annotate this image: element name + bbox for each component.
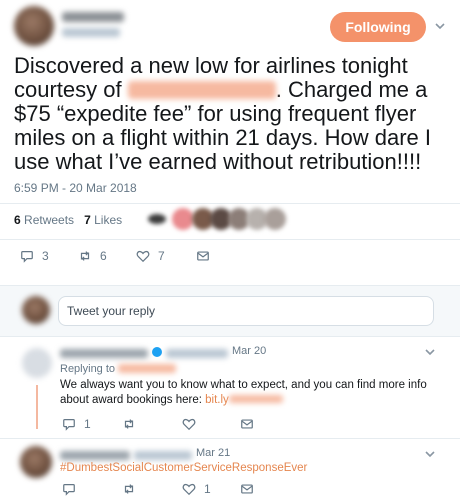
reply-date[interactable]: Mar 21 — [196, 447, 230, 459]
reply-link[interactable]: bit.ly — [205, 394, 229, 406]
retweet-action[interactable]: 6 — [78, 249, 107, 263]
like-count: 1 — [204, 482, 211, 496]
reply-icon — [63, 419, 75, 431]
tweet-timestamp[interactable]: 6:59 PM - 20 Mar 2018 — [14, 181, 137, 195]
retweets-label: Retweets — [24, 213, 75, 227]
avatar[interactable] — [14, 6, 54, 46]
reply-date[interactable]: Mar 20 — [232, 345, 266, 357]
retweet-count: 6 — [100, 249, 107, 263]
retweet-action[interactable] — [122, 417, 136, 431]
author-name[interactable] — [62, 12, 124, 22]
reply-action[interactable] — [62, 482, 76, 496]
tweet-text: Discovered a new low for airlines tonigh… — [14, 54, 454, 174]
author-handle[interactable] — [62, 28, 120, 37]
envelope-icon — [241, 484, 253, 494]
retweet-action[interactable] — [122, 482, 136, 496]
like-action[interactable] — [182, 417, 196, 431]
liker-avatars — [148, 208, 298, 234]
replying-label: Replying to — [60, 363, 116, 375]
retweets-count: 6 — [14, 213, 21, 227]
author-name[interactable] — [60, 349, 148, 358]
liker-avatar[interactable] — [172, 208, 194, 230]
liker-avatar[interactable] — [264, 208, 286, 230]
tweet-header: Following — [14, 6, 446, 46]
thread-line — [36, 385, 38, 429]
retweet-icon — [124, 484, 134, 494]
heart-icon — [182, 418, 196, 431]
replying-to: Replying to — [60, 363, 177, 375]
reply-input[interactable] — [58, 296, 434, 326]
liker-avatar[interactable] — [148, 214, 166, 224]
author-handle[interactable] — [134, 451, 192, 460]
retweet-icon — [80, 251, 90, 261]
like-count: 7 — [158, 249, 165, 263]
chevron-down-icon[interactable] — [424, 346, 436, 361]
message-action[interactable] — [196, 249, 210, 263]
divider — [0, 203, 460, 204]
divider — [0, 239, 460, 240]
mention-link[interactable] — [118, 364, 177, 373]
like-action[interactable]: 7 — [136, 249, 165, 263]
divider — [0, 438, 460, 439]
heart-icon — [182, 483, 196, 496]
heart-icon — [136, 250, 150, 263]
chevron-down-icon[interactable] — [434, 20, 446, 32]
likes-label: Likes — [94, 213, 123, 227]
verified-badge-icon — [152, 347, 162, 357]
author-name[interactable] — [60, 451, 130, 460]
hashtag-link[interactable]: #DumbestSocialCustomerServiceResponseEve… — [60, 462, 307, 474]
retweets-stat[interactable]: 6 Retweets — [14, 213, 74, 227]
avatar[interactable] — [22, 348, 52, 378]
reply-icon — [21, 251, 33, 263]
retweet-icon — [124, 419, 134, 429]
like-action[interactable]: 1 — [182, 482, 211, 496]
author-handle[interactable] — [166, 349, 228, 358]
reply-action[interactable]: 3 — [20, 249, 49, 263]
message-action[interactable] — [240, 417, 254, 431]
message-action[interactable] — [240, 482, 254, 496]
likes-count: 7 — [84, 213, 91, 227]
envelope-icon — [241, 419, 253, 429]
avatar — [22, 296, 50, 324]
reply-link-blurred[interactable] — [228, 395, 283, 403]
reply-action[interactable]: 1 — [62, 417, 91, 431]
avatar[interactable] — [20, 446, 52, 478]
mention-link[interactable] — [127, 81, 276, 99]
envelope-icon — [197, 251, 209, 261]
reply-count: 3 — [42, 249, 49, 263]
reply-icon — [63, 484, 75, 496]
reply-text: We always want you to know what to expec… — [60, 378, 448, 408]
likes-stat[interactable]: 7 Likes — [84, 213, 122, 227]
engagement-stats: 6 Retweets 7 Likes — [14, 213, 122, 233]
following-button[interactable]: Following — [330, 12, 426, 42]
chevron-down-icon[interactable] — [424, 448, 436, 463]
reply-count: 1 — [84, 417, 91, 431]
